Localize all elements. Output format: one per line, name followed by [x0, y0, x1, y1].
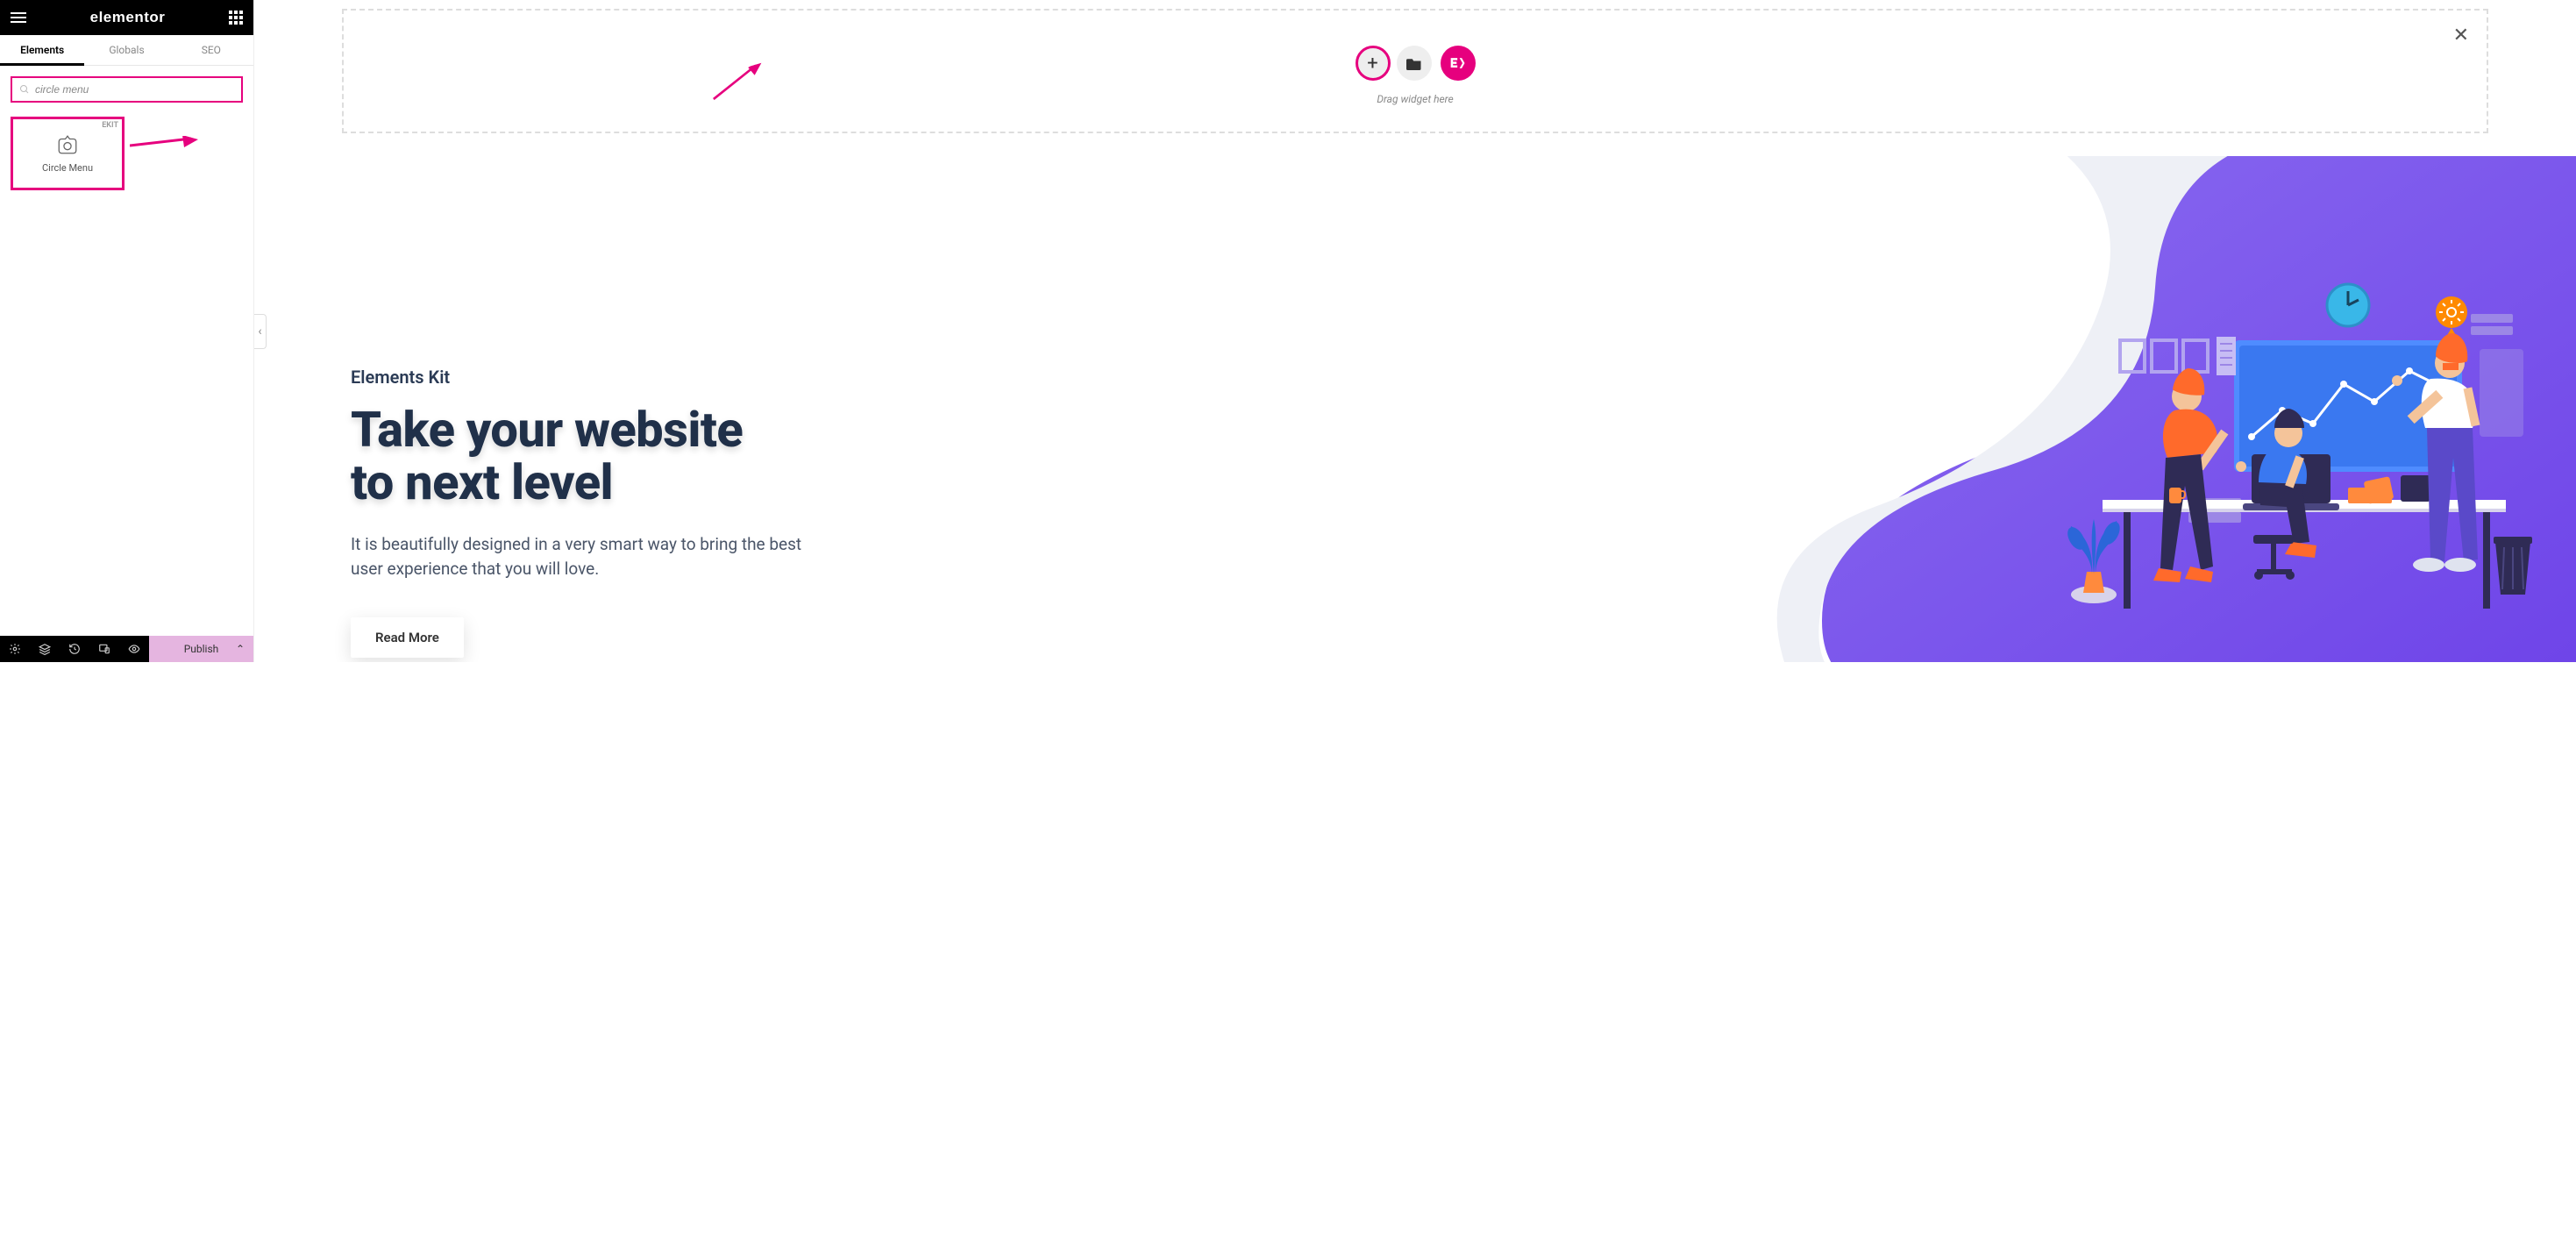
- panel-header: elementor: [0, 0, 253, 35]
- layers-icon: [39, 643, 51, 655]
- menu-icon[interactable]: [11, 12, 26, 23]
- panel-body: EKIT Circle Menu: [0, 66, 253, 201]
- dropzone-controls: + Drag widget here: [344, 46, 2487, 105]
- publish-label: Publish: [184, 643, 219, 655]
- gear-icon: [9, 643, 21, 655]
- widget-label: Circle Menu: [42, 162, 93, 174]
- elementor-logo: elementor: [90, 9, 166, 26]
- add-section-button[interactable]: +: [1356, 46, 1391, 81]
- responsive-button[interactable]: [89, 636, 119, 662]
- devices-icon: [98, 643, 110, 655]
- publish-button[interactable]: Publish ⌃: [149, 636, 253, 662]
- hero-title: Take your website to next level: [351, 403, 807, 510]
- search-icon: [19, 84, 30, 95]
- add-template-button[interactable]: [1397, 46, 1432, 81]
- tab-elements[interactable]: Elements: [0, 35, 84, 65]
- hero-illustration: [2067, 279, 2558, 630]
- widgets-grid-icon[interactable]: [229, 11, 243, 25]
- history-icon: [68, 643, 81, 655]
- widget-circle-menu[interactable]: EKIT Circle Menu: [11, 117, 125, 190]
- dropzone-hint: Drag widget here: [1377, 93, 1453, 105]
- hero-section: Elements Kit Take your website to next l…: [254, 156, 2576, 662]
- search-widgets[interactable]: [11, 76, 243, 103]
- panel-collapse-toggle[interactable]: [254, 314, 267, 349]
- editor-canvas: ✕ + Drag widget here: [254, 0, 2576, 662]
- hero-kicker: Elements Kit: [351, 367, 807, 388]
- widget-source-badge: EKIT: [102, 121, 118, 130]
- new-section-dropzone[interactable]: ✕ + Drag widget here: [342, 9, 2488, 133]
- preview-button[interactable]: [119, 636, 149, 662]
- elementor-panel: elementor Elements Globals SEO EKIT Circ…: [0, 0, 254, 662]
- tab-seo[interactable]: SEO: [169, 35, 253, 65]
- eye-icon: [128, 643, 140, 655]
- chevron-up-icon[interactable]: ⌃: [236, 643, 245, 655]
- hero-title-line2: to next level: [351, 453, 613, 511]
- hero-title-line1: Take your website: [351, 401, 743, 459]
- circle-menu-icon: [56, 134, 79, 155]
- hero-copy: Elements Kit Take your website to next l…: [351, 367, 807, 658]
- read-more-button[interactable]: Read More: [351, 617, 464, 658]
- panel-tabs: Elements Globals SEO: [0, 35, 253, 66]
- search-input[interactable]: [35, 83, 234, 96]
- hero-description: It is beautifully designed in a very sma…: [351, 532, 807, 582]
- dropzone-button-row: +: [1356, 46, 1476, 81]
- navigator-button[interactable]: [30, 636, 60, 662]
- ekit-library-button[interactable]: [1441, 46, 1476, 81]
- panel-footer: Publish ⌃: [0, 636, 253, 662]
- plus-icon: +: [1367, 53, 1377, 75]
- folder-icon: [1406, 57, 1422, 70]
- settings-button[interactable]: [0, 636, 30, 662]
- tab-globals[interactable]: Globals: [84, 35, 168, 65]
- close-icon[interactable]: ✕: [2453, 25, 2469, 46]
- history-button[interactable]: [60, 636, 89, 662]
- ekit-icon: [1449, 56, 1467, 70]
